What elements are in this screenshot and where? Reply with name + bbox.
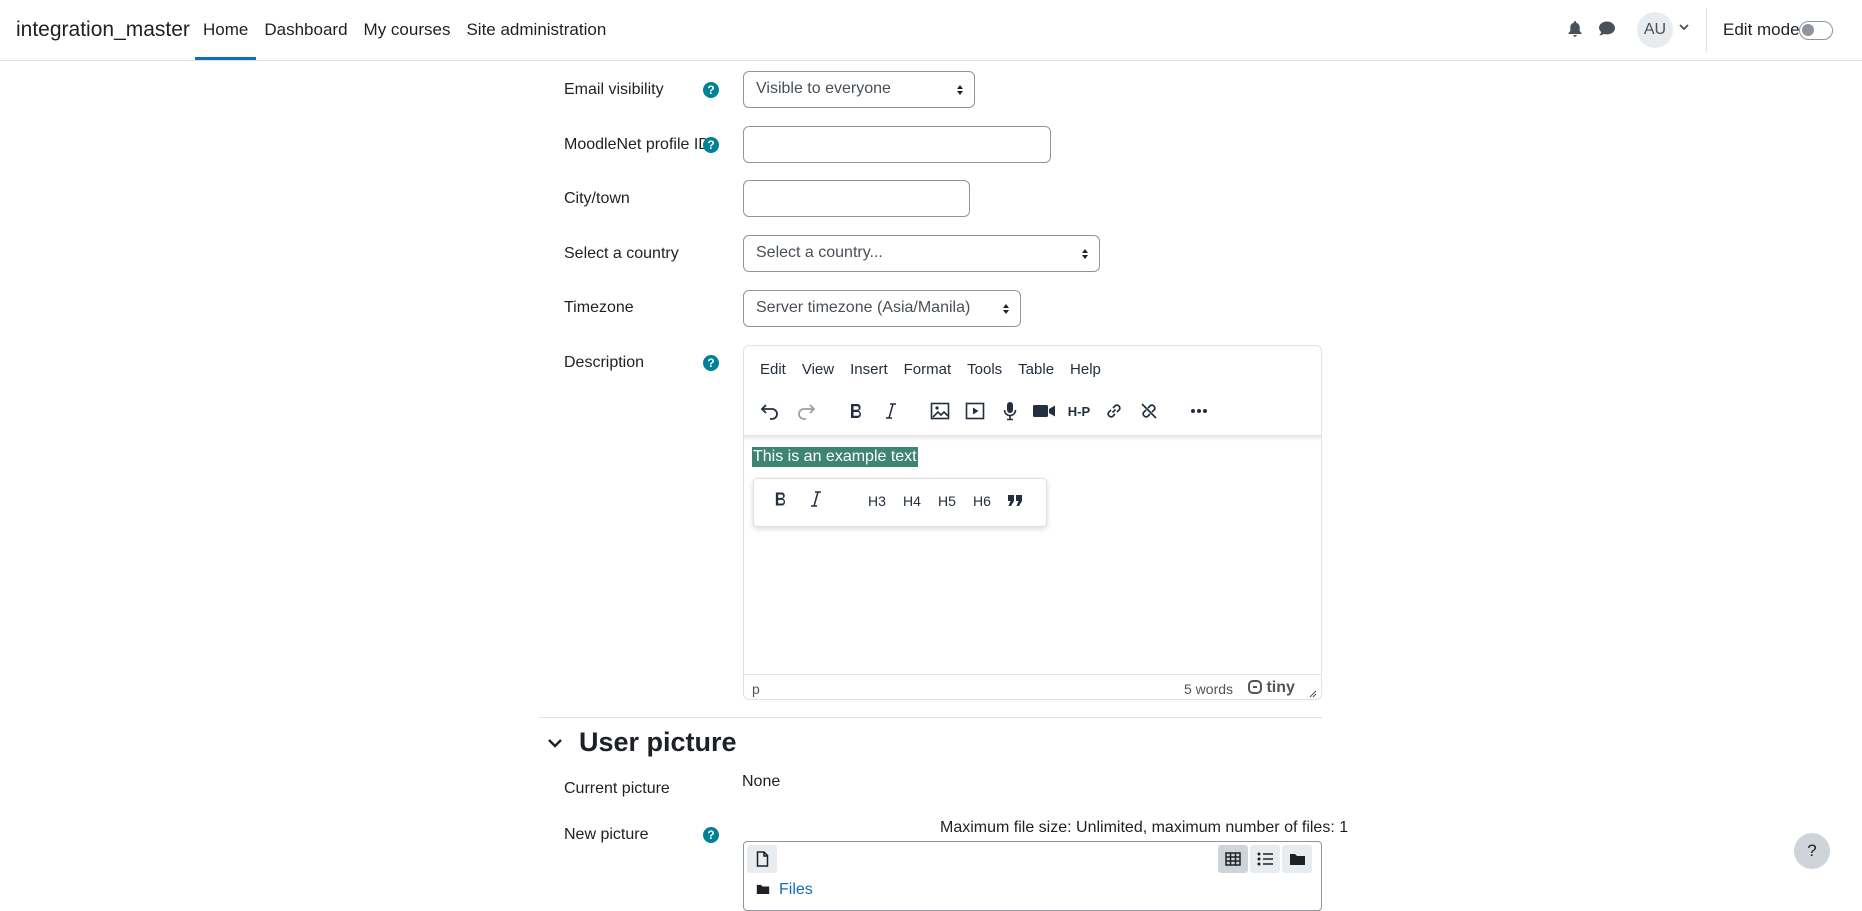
edit-mode-label: Edit mode bbox=[1723, 20, 1800, 39]
menu-format[interactable]: Format bbox=[896, 361, 960, 378]
toolbar-shadow bbox=[744, 435, 1321, 441]
select-arrows-icon bbox=[1082, 249, 1088, 259]
messages-chat-icon[interactable] bbox=[1598, 20, 1616, 37]
city-town-input[interactable] bbox=[743, 180, 970, 217]
email-visibility-value: Visible to everyone bbox=[756, 80, 891, 97]
menu-edit[interactable]: Edit bbox=[752, 361, 794, 378]
country-select[interactable]: Select a country... bbox=[743, 235, 1100, 272]
help-icon[interactable]: ? bbox=[703, 82, 719, 98]
folder-icon bbox=[756, 884, 770, 894]
quick-h6-button[interactable]: H6 bbox=[973, 493, 991, 509]
notifications-bell-icon[interactable] bbox=[1567, 20, 1583, 38]
editor-content-text[interactable]: This is an example text bbox=[752, 447, 918, 467]
microphone-icon[interactable] bbox=[996, 397, 1024, 425]
moodlenet-profile-input[interactable] bbox=[743, 126, 1051, 163]
email-visibility-select[interactable]: Visible to everyone bbox=[743, 71, 975, 108]
blockquote-icon[interactable] bbox=[1007, 494, 1023, 510]
current-picture-label: Current picture bbox=[564, 780, 670, 797]
nav-my-courses[interactable]: My courses bbox=[356, 0, 459, 60]
quick-format-toolbar: H3 H4 H5 H6 bbox=[753, 478, 1047, 527]
resize-handle-icon[interactable] bbox=[1309, 690, 1317, 698]
help-floating-button[interactable]: ? bbox=[1794, 833, 1830, 869]
menu-help[interactable]: Help bbox=[1062, 361, 1109, 378]
files-folder-link[interactable]: Files bbox=[779, 881, 813, 899]
timezone-value: Server timezone (Asia/Manila) bbox=[756, 299, 971, 316]
navbar-divider bbox=[1706, 8, 1707, 52]
menu-view[interactable]: View bbox=[794, 361, 842, 378]
menu-tools[interactable]: Tools bbox=[959, 361, 1010, 378]
redo-icon[interactable] bbox=[792, 397, 820, 425]
toggle-knob bbox=[1802, 24, 1814, 36]
site-brand[interactable]: integration_master bbox=[16, 18, 190, 42]
element-path[interactable]: p bbox=[752, 681, 760, 697]
timezone-select[interactable]: Server timezone (Asia/Manila) bbox=[743, 290, 1021, 327]
user-avatar[interactable]: AU bbox=[1637, 12, 1673, 48]
tiny-logo-text: tiny bbox=[1266, 679, 1295, 696]
word-count[interactable]: 5 words bbox=[1184, 681, 1233, 697]
new-picture-label: New picture bbox=[564, 826, 649, 843]
menu-insert[interactable]: Insert bbox=[842, 361, 896, 378]
unlink-icon[interactable] bbox=[1135, 397, 1163, 425]
select-arrows-icon bbox=[1003, 304, 1009, 314]
menu-table[interactable]: Table bbox=[1010, 361, 1062, 378]
add-file-icon[interactable] bbox=[747, 845, 777, 873]
more-icon[interactable] bbox=[1185, 397, 1213, 425]
moodlenet-profile-label: MoodleNet profile ID bbox=[564, 136, 710, 153]
quick-italic-button[interactable] bbox=[810, 491, 822, 510]
help-icon[interactable]: ? bbox=[703, 827, 719, 843]
image-icon[interactable] bbox=[926, 397, 954, 425]
description-editor: Edit View Insert Format Tools Table Help… bbox=[743, 345, 1322, 700]
nav-site-administration[interactable]: Site administration bbox=[458, 0, 614, 60]
select-arrows-icon bbox=[957, 85, 963, 95]
editor-statusbar: p 5 words tiny bbox=[744, 674, 1321, 701]
nav-dashboard[interactable]: Dashboard bbox=[256, 0, 355, 60]
chevron-down-icon[interactable] bbox=[547, 737, 563, 749]
current-picture-value: None bbox=[742, 773, 781, 790]
tiny-logo[interactable]: tiny bbox=[1248, 679, 1295, 697]
bold-icon[interactable] bbox=[842, 397, 870, 425]
help-icon[interactable]: ? bbox=[703, 137, 719, 153]
quick-bold-button[interactable] bbox=[774, 491, 787, 510]
primary-navigation: Home Dashboard My courses Site administr… bbox=[195, 0, 614, 60]
link-icon[interactable] bbox=[1100, 397, 1128, 425]
tiny-logo-icon bbox=[1248, 680, 1262, 694]
edit-mode-toggle[interactable] bbox=[1799, 21, 1833, 40]
quick-h5-button[interactable]: H5 bbox=[938, 493, 956, 509]
quick-h3-button[interactable]: H3 bbox=[868, 493, 886, 509]
user-picture-heading[interactable]: User picture bbox=[579, 727, 737, 758]
list-view-icon[interactable] bbox=[1250, 845, 1280, 873]
grid-view-icon[interactable] bbox=[1218, 845, 1248, 873]
country-label: Select a country bbox=[564, 245, 679, 262]
nav-home[interactable]: Home bbox=[195, 0, 257, 60]
h5p-icon[interactable]: H-P bbox=[1065, 397, 1093, 425]
max-file-size-text: Maximum file size: Unlimited, maximum nu… bbox=[940, 819, 1349, 836]
undo-icon[interactable] bbox=[756, 397, 784, 425]
city-town-label: City/town bbox=[564, 190, 630, 207]
timezone-label: Timezone bbox=[564, 299, 634, 316]
quick-h4-button[interactable]: H4 bbox=[903, 493, 921, 509]
chevron-down-icon[interactable] bbox=[1679, 23, 1689, 31]
file-picker: Files bbox=[743, 841, 1322, 911]
description-label: Description bbox=[564, 354, 645, 371]
section-divider bbox=[539, 717, 1322, 718]
help-icon[interactable]: ? bbox=[703, 355, 719, 371]
top-navbar: integration_master Home Dashboard My cou… bbox=[0, 0, 1862, 61]
editor-menubar: Edit View Insert Format Tools Table Help bbox=[752, 361, 1109, 378]
folder-view-icon[interactable] bbox=[1282, 845, 1312, 873]
country-value: Select a country... bbox=[756, 244, 883, 261]
video-camera-icon[interactable] bbox=[1030, 397, 1058, 425]
email-visibility-label: Email visibility bbox=[564, 81, 664, 98]
italic-icon[interactable] bbox=[877, 397, 905, 425]
media-icon[interactable] bbox=[961, 397, 989, 425]
